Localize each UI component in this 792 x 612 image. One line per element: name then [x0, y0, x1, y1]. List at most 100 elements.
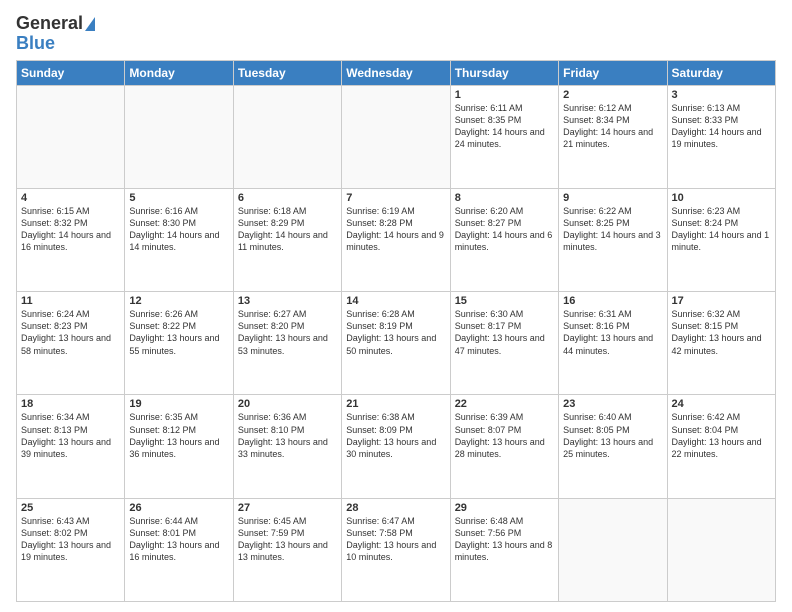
day-number: 19: [129, 398, 228, 410]
calendar-cell: 16Sunrise: 6:31 AM Sunset: 8:16 PM Dayli…: [559, 292, 667, 395]
calendar-cell: 26Sunrise: 6:44 AM Sunset: 8:01 PM Dayli…: [125, 498, 233, 601]
calendar-day-header: Wednesday: [342, 60, 450, 85]
day-info: Sunrise: 6:47 AM Sunset: 7:58 PM Dayligh…: [346, 515, 445, 564]
calendar-week-row: 4Sunrise: 6:15 AM Sunset: 8:32 PM Daylig…: [17, 188, 776, 291]
day-number: 12: [129, 295, 228, 307]
calendar-cell: [125, 85, 233, 188]
day-number: 21: [346, 398, 445, 410]
day-number: 27: [238, 502, 337, 514]
day-info: Sunrise: 6:20 AM Sunset: 8:27 PM Dayligh…: [455, 205, 554, 254]
day-info: Sunrise: 6:43 AM Sunset: 8:02 PM Dayligh…: [21, 515, 120, 564]
calendar-header-row: SundayMondayTuesdayWednesdayThursdayFrid…: [17, 60, 776, 85]
day-number: 3: [672, 89, 771, 101]
day-info: Sunrise: 6:44 AM Sunset: 8:01 PM Dayligh…: [129, 515, 228, 564]
logo-text-blue: Blue: [16, 34, 55, 54]
calendar-day-header: Sunday: [17, 60, 125, 85]
day-info: Sunrise: 6:24 AM Sunset: 8:23 PM Dayligh…: [21, 308, 120, 357]
calendar-day-header: Friday: [559, 60, 667, 85]
day-number: 6: [238, 192, 337, 204]
calendar-cell: 28Sunrise: 6:47 AM Sunset: 7:58 PM Dayli…: [342, 498, 450, 601]
day-info: Sunrise: 6:23 AM Sunset: 8:24 PM Dayligh…: [672, 205, 771, 254]
day-info: Sunrise: 6:18 AM Sunset: 8:29 PM Dayligh…: [238, 205, 337, 254]
day-number: 17: [672, 295, 771, 307]
day-info: Sunrise: 6:28 AM Sunset: 8:19 PM Dayligh…: [346, 308, 445, 357]
calendar-cell: 17Sunrise: 6:32 AM Sunset: 8:15 PM Dayli…: [667, 292, 775, 395]
calendar-week-row: 1Sunrise: 6:11 AM Sunset: 8:35 PM Daylig…: [17, 85, 776, 188]
day-number: 5: [129, 192, 228, 204]
page: General Blue SundayMondayTuesdayWednesda…: [0, 0, 792, 612]
logo-line1: General: [16, 14, 95, 34]
day-info: Sunrise: 6:32 AM Sunset: 8:15 PM Dayligh…: [672, 308, 771, 357]
day-number: 29: [455, 502, 554, 514]
calendar-cell: 21Sunrise: 6:38 AM Sunset: 8:09 PM Dayli…: [342, 395, 450, 498]
calendar-cell: 11Sunrise: 6:24 AM Sunset: 8:23 PM Dayli…: [17, 292, 125, 395]
day-number: 22: [455, 398, 554, 410]
logo-triangle-icon: [85, 17, 95, 31]
calendar-cell: 29Sunrise: 6:48 AM Sunset: 7:56 PM Dayli…: [450, 498, 558, 601]
calendar-cell: 22Sunrise: 6:39 AM Sunset: 8:07 PM Dayli…: [450, 395, 558, 498]
day-info: Sunrise: 6:26 AM Sunset: 8:22 PM Dayligh…: [129, 308, 228, 357]
calendar-cell: [559, 498, 667, 601]
calendar-cell: [17, 85, 125, 188]
day-number: 26: [129, 502, 228, 514]
calendar-cell: 15Sunrise: 6:30 AM Sunset: 8:17 PM Dayli…: [450, 292, 558, 395]
day-number: 20: [238, 398, 337, 410]
calendar-table: SundayMondayTuesdayWednesdayThursdayFrid…: [16, 60, 776, 602]
calendar-day-header: Thursday: [450, 60, 558, 85]
day-number: 8: [455, 192, 554, 204]
calendar-cell: 24Sunrise: 6:42 AM Sunset: 8:04 PM Dayli…: [667, 395, 775, 498]
day-info: Sunrise: 6:19 AM Sunset: 8:28 PM Dayligh…: [346, 205, 445, 254]
day-info: Sunrise: 6:30 AM Sunset: 8:17 PM Dayligh…: [455, 308, 554, 357]
day-info: Sunrise: 6:36 AM Sunset: 8:10 PM Dayligh…: [238, 411, 337, 460]
calendar-week-row: 11Sunrise: 6:24 AM Sunset: 8:23 PM Dayli…: [17, 292, 776, 395]
day-info: Sunrise: 6:38 AM Sunset: 8:09 PM Dayligh…: [346, 411, 445, 460]
calendar-week-row: 25Sunrise: 6:43 AM Sunset: 8:02 PM Dayli…: [17, 498, 776, 601]
calendar-cell: [233, 85, 341, 188]
day-number: 10: [672, 192, 771, 204]
day-number: 23: [563, 398, 662, 410]
calendar-cell: 4Sunrise: 6:15 AM Sunset: 8:32 PM Daylig…: [17, 188, 125, 291]
day-info: Sunrise: 6:13 AM Sunset: 8:33 PM Dayligh…: [672, 102, 771, 151]
day-number: 16: [563, 295, 662, 307]
day-number: 11: [21, 295, 120, 307]
calendar-cell: [342, 85, 450, 188]
day-info: Sunrise: 6:27 AM Sunset: 8:20 PM Dayligh…: [238, 308, 337, 357]
calendar-cell: 20Sunrise: 6:36 AM Sunset: 8:10 PM Dayli…: [233, 395, 341, 498]
calendar-cell: 2Sunrise: 6:12 AM Sunset: 8:34 PM Daylig…: [559, 85, 667, 188]
calendar-cell: 1Sunrise: 6:11 AM Sunset: 8:35 PM Daylig…: [450, 85, 558, 188]
day-info: Sunrise: 6:15 AM Sunset: 8:32 PM Dayligh…: [21, 205, 120, 254]
day-info: Sunrise: 6:48 AM Sunset: 7:56 PM Dayligh…: [455, 515, 554, 564]
calendar-cell: 7Sunrise: 6:19 AM Sunset: 8:28 PM Daylig…: [342, 188, 450, 291]
day-number: 13: [238, 295, 337, 307]
calendar-cell: 3Sunrise: 6:13 AM Sunset: 8:33 PM Daylig…: [667, 85, 775, 188]
day-info: Sunrise: 6:45 AM Sunset: 7:59 PM Dayligh…: [238, 515, 337, 564]
calendar-cell: 19Sunrise: 6:35 AM Sunset: 8:12 PM Dayli…: [125, 395, 233, 498]
calendar-day-header: Saturday: [667, 60, 775, 85]
calendar-day-header: Tuesday: [233, 60, 341, 85]
day-number: 15: [455, 295, 554, 307]
calendar-cell: 9Sunrise: 6:22 AM Sunset: 8:25 PM Daylig…: [559, 188, 667, 291]
calendar-cell: [667, 498, 775, 601]
logo-line2: Blue: [16, 34, 55, 54]
day-info: Sunrise: 6:12 AM Sunset: 8:34 PM Dayligh…: [563, 102, 662, 151]
day-info: Sunrise: 6:34 AM Sunset: 8:13 PM Dayligh…: [21, 411, 120, 460]
day-number: 14: [346, 295, 445, 307]
calendar-day-header: Monday: [125, 60, 233, 85]
logo: General Blue: [16, 10, 95, 54]
day-number: 9: [563, 192, 662, 204]
day-info: Sunrise: 6:35 AM Sunset: 8:12 PM Dayligh…: [129, 411, 228, 460]
day-number: 1: [455, 89, 554, 101]
day-info: Sunrise: 6:22 AM Sunset: 8:25 PM Dayligh…: [563, 205, 662, 254]
calendar-cell: 23Sunrise: 6:40 AM Sunset: 8:05 PM Dayli…: [559, 395, 667, 498]
day-info: Sunrise: 6:39 AM Sunset: 8:07 PM Dayligh…: [455, 411, 554, 460]
day-number: 25: [21, 502, 120, 514]
calendar-cell: 25Sunrise: 6:43 AM Sunset: 8:02 PM Dayli…: [17, 498, 125, 601]
logo-text-general: General: [16, 14, 83, 34]
calendar-cell: 27Sunrise: 6:45 AM Sunset: 7:59 PM Dayli…: [233, 498, 341, 601]
calendar-cell: 5Sunrise: 6:16 AM Sunset: 8:30 PM Daylig…: [125, 188, 233, 291]
header: General Blue: [16, 10, 776, 54]
calendar-cell: 6Sunrise: 6:18 AM Sunset: 8:29 PM Daylig…: [233, 188, 341, 291]
day-info: Sunrise: 6:31 AM Sunset: 8:16 PM Dayligh…: [563, 308, 662, 357]
day-info: Sunrise: 6:11 AM Sunset: 8:35 PM Dayligh…: [455, 102, 554, 151]
day-info: Sunrise: 6:16 AM Sunset: 8:30 PM Dayligh…: [129, 205, 228, 254]
